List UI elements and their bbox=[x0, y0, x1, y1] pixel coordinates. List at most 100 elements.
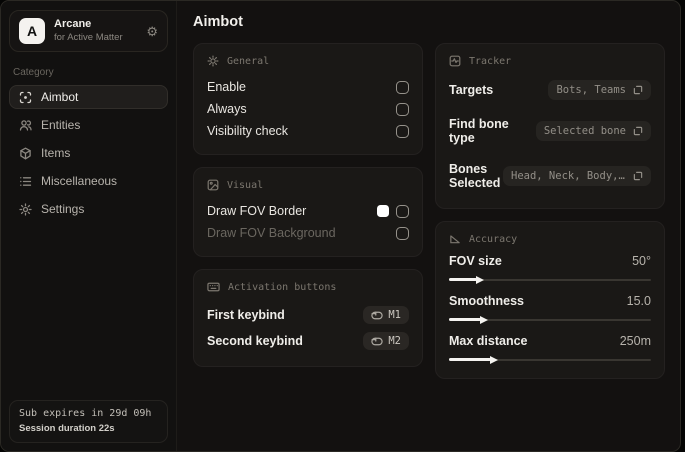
slider-fill bbox=[449, 275, 485, 284]
panel-title: Activation buttons bbox=[228, 281, 337, 293]
setting-label: Draw FOV Background bbox=[207, 226, 336, 240]
page-title: Aimbot bbox=[193, 14, 243, 30]
tracker-panel: Tracker Targets Bots, Teams Find bone ty… bbox=[435, 43, 665, 209]
general-panel-header: General bbox=[207, 55, 409, 67]
enable-checkbox[interactable] bbox=[396, 80, 409, 94]
dropdown-value: Selected bone bbox=[543, 125, 626, 137]
right-column: Tracker Targets Bots, Teams Find bone ty… bbox=[435, 43, 665, 379]
app-window: A Arcane for Active Matter ⚙ Category Ai… bbox=[0, 0, 681, 452]
visibility-check-checkbox[interactable] bbox=[396, 124, 409, 138]
tracker-label: Targets bbox=[449, 83, 494, 97]
max-distance-slider[interactable] bbox=[449, 355, 651, 364]
image-icon bbox=[207, 179, 219, 191]
setting-label: Enable bbox=[207, 80, 246, 94]
main-content: Aimbot General Enable Always Visibility … bbox=[177, 1, 680, 451]
setting-row-always: Always bbox=[207, 98, 409, 120]
brand-text: Arcane for Active Matter bbox=[54, 18, 137, 44]
sidebar-item-label: Miscellaneous bbox=[41, 174, 118, 188]
activity-icon bbox=[449, 55, 461, 67]
fov-border-color-swatch[interactable] bbox=[377, 205, 389, 217]
session-duration-text: Session duration 22s bbox=[19, 423, 115, 434]
slider-fill bbox=[449, 355, 499, 364]
general-panel: General Enable Always Visibility check bbox=[193, 43, 423, 155]
slider-fill bbox=[449, 315, 489, 324]
activation-panel-header: Activation buttons bbox=[207, 281, 409, 293]
fov-background-checkbox[interactable] bbox=[396, 226, 409, 240]
sidebar-item-aimbot[interactable]: Aimbot bbox=[9, 85, 168, 109]
bones-selected-dropdown[interactable]: Head, Neck, Body, Pe.. bbox=[503, 166, 651, 186]
cube-icon bbox=[20, 147, 31, 159]
left-column: General Enable Always Visibility check V… bbox=[193, 43, 423, 367]
sidebar-item-label: Aimbot bbox=[41, 90, 79, 104]
slider-row-smoothness: Smoothness 15.0 bbox=[449, 294, 651, 324]
setting-row-fov-background: Draw FOV Background bbox=[207, 222, 409, 244]
sidebar-item-settings[interactable]: Settings bbox=[9, 197, 168, 221]
sidebar-item-entities[interactable]: Entities bbox=[9, 113, 168, 137]
brand-logo: A bbox=[19, 18, 45, 44]
sidebar-item-miscellaneous[interactable]: Miscellaneous bbox=[9, 169, 168, 193]
gear-icon bbox=[19, 202, 32, 216]
sidebar-item-label: Items bbox=[41, 146, 71, 160]
slider-label: Max distance bbox=[449, 334, 528, 348]
second-keybind-button[interactable]: M2 bbox=[363, 332, 409, 350]
fov-border-checkbox[interactable] bbox=[396, 204, 409, 218]
mouse-icon bbox=[371, 337, 384, 345]
setting-row-fov-border: Draw FOV Border bbox=[207, 200, 409, 222]
keyboard-icon bbox=[207, 282, 220, 292]
category-label: Category bbox=[13, 67, 54, 78]
slider-label: FOV size bbox=[449, 254, 502, 268]
settings-gear-icon[interactable]: ⚙ bbox=[146, 25, 158, 38]
keybind-label: First keybind bbox=[207, 308, 285, 322]
mouse-icon bbox=[371, 311, 384, 319]
slider-value: 50° bbox=[632, 254, 651, 268]
activation-panel: Activation buttons First keybind M1 Seco… bbox=[193, 269, 423, 367]
fov-size-slider[interactable] bbox=[449, 275, 651, 284]
sun-icon bbox=[207, 55, 219, 67]
keybind-row-second: Second keybind M2 bbox=[207, 328, 409, 354]
targets-dropdown[interactable]: Bots, Teams bbox=[548, 80, 651, 100]
tracker-row-targets: Targets Bots, Teams bbox=[449, 76, 651, 104]
accuracy-panel: Accuracy FOV size 50° Smoothness 15.0 Ma… bbox=[435, 221, 665, 379]
bone-type-dropdown[interactable]: Selected bone bbox=[535, 121, 651, 141]
slider-value: 15.0 bbox=[626, 294, 651, 308]
sidebar-item-label: Entities bbox=[41, 118, 81, 132]
tracker-row-bone-type: Find bone type Selected bone bbox=[449, 113, 651, 149]
slider-row-max-distance: Max distance 250m bbox=[449, 334, 651, 364]
keybind-value: M2 bbox=[388, 335, 401, 347]
slider-label: Smoothness bbox=[449, 294, 525, 308]
sidebar: A Arcane for Active Matter ⚙ Category Ai… bbox=[1, 1, 177, 451]
dropdown-value: Head, Neck, Body, Pe.. bbox=[511, 170, 626, 182]
setting-label: Always bbox=[207, 102, 247, 116]
slider-value: 250m bbox=[619, 334, 651, 348]
tracker-label: Bones Selected bbox=[449, 162, 501, 190]
crosshair-icon bbox=[19, 91, 32, 103]
setting-label: Visibility check bbox=[207, 124, 289, 138]
panel-title: Accuracy bbox=[469, 233, 518, 245]
setting-label: Draw FOV Border bbox=[207, 204, 307, 218]
setting-row-visibility-check: Visibility check bbox=[207, 120, 409, 142]
tracker-label: Find bone type bbox=[449, 117, 509, 145]
expand-icon bbox=[633, 126, 643, 136]
brand-name: Arcane bbox=[54, 18, 92, 31]
users-icon bbox=[19, 119, 32, 131]
sidebar-item-label: Settings bbox=[41, 202, 85, 216]
brand-subtitle: for Active Matter bbox=[54, 31, 123, 43]
brand-card: A Arcane for Active Matter ⚙ bbox=[9, 10, 168, 52]
setting-row-enable: Enable bbox=[207, 76, 409, 98]
always-checkbox[interactable] bbox=[396, 102, 409, 116]
visual-panel-header: Visual bbox=[207, 179, 409, 191]
keybind-value: M1 bbox=[388, 309, 401, 321]
accuracy-panel-header: Accuracy bbox=[449, 233, 651, 245]
dropdown-value: Bots, Teams bbox=[556, 84, 626, 96]
smoothness-slider[interactable] bbox=[449, 315, 651, 324]
visual-panel: Visual Draw FOV Border Draw FOV Backgrou… bbox=[193, 167, 423, 257]
list-icon bbox=[20, 176, 32, 186]
category-nav: Aimbot Entities Items Miscellaneous Sett… bbox=[9, 85, 168, 221]
subscription-card: Sub expires in 29d 09h Session duration … bbox=[9, 400, 168, 443]
sub-expiry-text: Sub expires in 29d 09h bbox=[19, 408, 152, 419]
sidebar-item-items[interactable]: Items bbox=[9, 141, 168, 165]
tracker-row-bones-selected: Bones Selected Head, Neck, Body, Pe.. bbox=[449, 158, 651, 194]
first-keybind-button[interactable]: M1 bbox=[363, 306, 409, 324]
expand-icon bbox=[633, 85, 643, 95]
keybind-label: Second keybind bbox=[207, 334, 303, 348]
